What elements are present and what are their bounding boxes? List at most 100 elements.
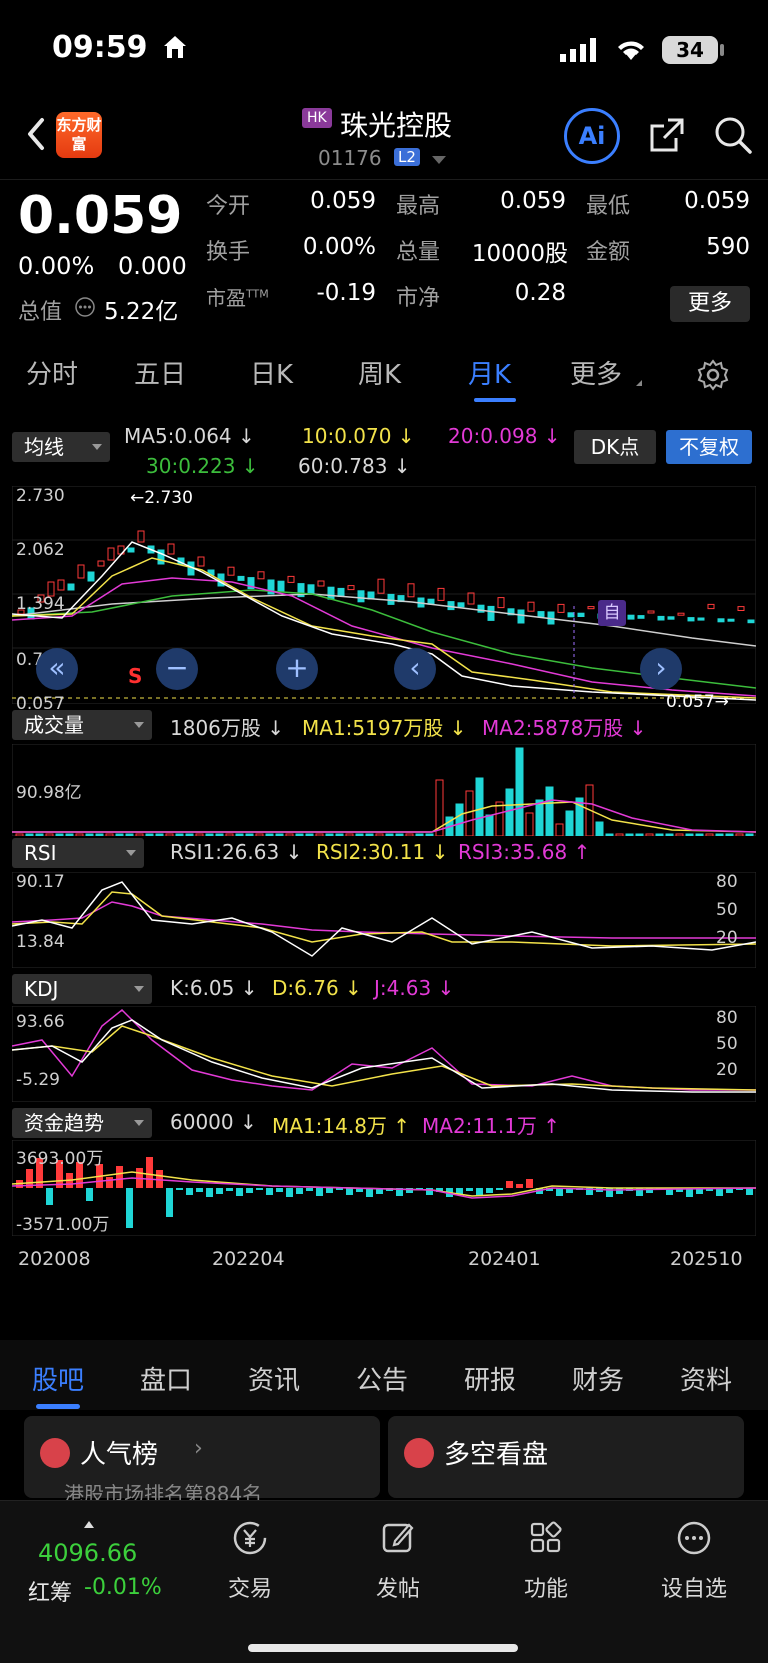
candle <box>257 571 265 580</box>
tab-research[interactable]: 研报 <box>464 1360 516 1397</box>
nav-functions[interactable]: 功能 <box>506 1519 586 1603</box>
fund-trend-select[interactable]: 资金趋势 <box>12 1108 152 1138</box>
more-circle-icon <box>677 1521 711 1555</box>
date-label-4: 202510 <box>670 1248 743 1270</box>
main-indicator-select[interactable]: 均线 <box>12 432 110 462</box>
volume-bar <box>75 833 84 836</box>
fund-bar <box>286 1188 293 1197</box>
nav-add-watchlist[interactable]: 设自选 <box>654 1519 734 1603</box>
zoom-out-button[interactable]: − <box>156 648 198 690</box>
candle <box>687 617 695 622</box>
tab-profile[interactable]: 资料 <box>680 1360 732 1397</box>
rsi-level-50: 50 <box>716 900 738 920</box>
battery-indicator: 34 <box>662 36 718 64</box>
nav-trade[interactable]: 交易 <box>210 1519 290 1603</box>
kdj-d-line <box>12 1025 756 1091</box>
market-cap-label: 总值 <box>18 300 63 325</box>
app-logo[interactable]: 东方财富 <box>56 112 102 158</box>
dk-point-button[interactable]: DK点 <box>574 430 656 464</box>
ma30-legend: 30:0.223 ↓ <box>146 454 259 478</box>
tab-five-day[interactable]: 五日 <box>134 354 186 391</box>
volume-bar <box>325 833 334 836</box>
tab-week-k[interactable]: 周K <box>358 354 401 391</box>
candle <box>637 615 645 619</box>
volume-ma2-line <box>12 799 756 833</box>
rsi-level-20: 20 <box>716 928 738 948</box>
volume-bar <box>645 833 654 836</box>
nav-post[interactable]: 发帖 <box>358 1519 438 1603</box>
fund-bar <box>506 1181 513 1188</box>
volume-bars <box>15 747 754 836</box>
more-dots-icon[interactable] <box>74 296 96 318</box>
tab-pankou[interactable]: 盘口 <box>140 1360 192 1397</box>
tab-month-k[interactable]: 月K <box>468 354 511 391</box>
status-bar: 09:59 34 <box>0 0 768 100</box>
candle <box>717 618 725 623</box>
tab-day-k[interactable]: 日K <box>250 354 293 391</box>
tab-finance[interactable]: 财务 <box>572 1360 624 1397</box>
scroll-right-button[interactable]: › <box>640 648 682 690</box>
volume-bar <box>255 833 264 836</box>
volume-bar <box>615 833 624 836</box>
pe-ttm: TTM <box>246 287 269 301</box>
zoom-left-button[interactable]: « <box>36 648 78 690</box>
ai-button[interactable]: Ai <box>564 108 620 164</box>
back-arrow-icon[interactable] <box>18 114 54 154</box>
chevron-down-icon[interactable] <box>432 156 446 164</box>
kdj-indicator-select[interactable]: KDJ <box>12 974 152 1004</box>
ma20-legend: 20:0.098 ↓ <box>448 424 561 448</box>
fund-bar <box>296 1188 303 1194</box>
sell-signal-marker: S <box>128 664 143 688</box>
rsi-indicator-select[interactable]: RSI <box>12 838 144 868</box>
tab-more-periods[interactable]: 更多 <box>570 354 622 391</box>
kdj-chart[interactable] <box>12 1006 756 1102</box>
candle <box>127 547 135 553</box>
volume-bar <box>625 833 634 836</box>
zoom-in-button[interactable]: + <box>276 648 318 690</box>
fund-bar <box>316 1188 323 1196</box>
volume-bar <box>245 833 254 836</box>
long-short-card[interactable]: 多空看盘 <box>388 1416 744 1498</box>
scroll-left-button[interactable]: ‹ <box>394 648 436 690</box>
volume-bar <box>715 833 724 836</box>
ma60-legend: 60:0.783 ↓ <box>298 454 411 478</box>
tab-announcements[interactable]: 公告 <box>356 1360 408 1397</box>
fund-bar <box>196 1188 203 1192</box>
no-adjust-button[interactable]: 不复权 <box>666 430 752 464</box>
candle <box>57 579 65 591</box>
volume-bar <box>115 833 124 836</box>
fund-bar <box>256 1188 263 1190</box>
fund-trend-chart[interactable] <box>12 1140 756 1236</box>
kdj-j-line <box>12 1008 756 1091</box>
search-icon[interactable] <box>712 114 754 156</box>
more-button[interactable]: 更多 <box>670 286 750 322</box>
chevron-right-icon: › <box>194 1436 203 1461</box>
volume-bar <box>355 833 364 836</box>
volume-indicator-select[interactable]: 成交量 <box>12 710 152 740</box>
versus-icon <box>404 1438 434 1468</box>
candle <box>197 556 205 567</box>
share-icon[interactable] <box>646 114 688 156</box>
market-badge: HK <box>302 108 332 128</box>
amount-label: 金额 <box>586 240 631 265</box>
candle <box>77 564 85 579</box>
tab-news[interactable]: 资讯 <box>248 1360 300 1397</box>
volume-bar <box>235 833 244 836</box>
fund-bar <box>186 1188 193 1195</box>
fund-bar <box>206 1188 213 1197</box>
tab-guba[interactable]: 股吧 <box>32 1360 84 1397</box>
volume-chart[interactable] <box>12 744 756 836</box>
yuan-icon <box>233 1521 267 1555</box>
tab-intraday[interactable]: 分时 <box>26 354 78 391</box>
popularity-card[interactable]: 人气榜 › 港股市场排名第884名 <box>24 1416 380 1506</box>
status-time: 09:59 <box>52 30 148 65</box>
index-value[interactable]: 4096.66 <box>38 1539 137 1567</box>
rsi-chart[interactable] <box>12 872 756 968</box>
stock-name[interactable]: 珠光控股 <box>340 104 452 144</box>
fund-bar <box>526 1179 533 1188</box>
volume-bar <box>415 833 424 836</box>
level2-badge[interactable]: L2 <box>394 148 420 166</box>
gear-icon[interactable] <box>696 358 730 392</box>
index-name[interactable]: 红筹 <box>28 1575 72 1607</box>
kline-chart-area[interactable]: 均线 MA5:0.064 ↓ 10:0.070 ↓ 20:0.098 ↓ 30:… <box>0 410 768 1330</box>
